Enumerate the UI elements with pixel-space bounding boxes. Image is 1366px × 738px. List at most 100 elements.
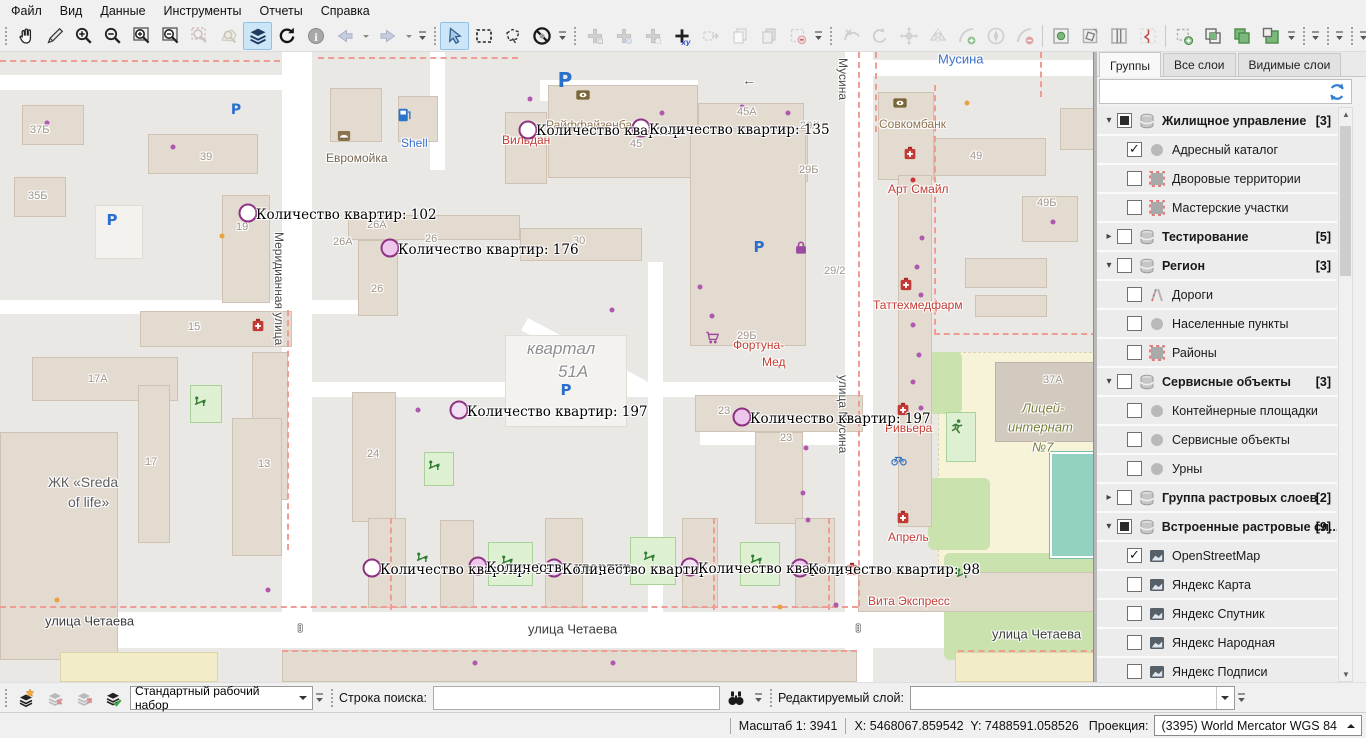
combo-dropdown-icon[interactable] <box>1216 687 1234 709</box>
expander-down-icon[interactable]: ▾ <box>1101 521 1117 532</box>
toolbar-grip[interactable] <box>828 25 833 47</box>
workset-export-button[interactable] <box>69 684 98 712</box>
toolbar-grip[interactable] <box>329 687 334 709</box>
layer-checkbox[interactable] <box>1117 490 1132 505</box>
rotate-clear-button[interactable] <box>836 22 865 50</box>
refresh-layers-icon[interactable] <box>1327 82 1347 102</box>
toolbar-overflow-icon[interactable] <box>1358 23 1366 49</box>
mirror-object-button[interactable] <box>923 22 952 50</box>
menu-отчеты[interactable]: Отчеты <box>250 1 311 21</box>
layer-item-населенные-пункты[interactable]: Населенные пункты <box>1097 310 1337 337</box>
expander-down-icon[interactable]: ▾ <box>1101 115 1117 126</box>
apartment-count-marker[interactable] <box>450 401 469 420</box>
toolbar-grip[interactable] <box>1349 25 1354 47</box>
select-polygon-button[interactable] <box>498 22 527 50</box>
select-rectangle-button[interactable] <box>469 22 498 50</box>
layer-checkbox[interactable] <box>1127 171 1142 186</box>
rotate-left-button[interactable] <box>865 22 894 50</box>
tab-видимые-слои[interactable]: Видимые слои <box>1238 53 1342 76</box>
move-object-button[interactable] <box>696 22 725 50</box>
workset-combobox[interactable]: Стандартный рабочий набор <box>130 686 313 710</box>
layer-checkbox[interactable] <box>1117 519 1132 534</box>
toolbar-overflow-icon[interactable] <box>1236 685 1247 711</box>
nav-back-dropdown-icon[interactable] <box>359 22 373 50</box>
layer-item-яндекс-подписи[interactable]: Яндекс Подписи <box>1097 658 1337 682</box>
layer-item-контейнерные-площадки[interactable]: Контейнерные площадки <box>1097 397 1337 424</box>
toolbar-grip[interactable] <box>768 687 773 709</box>
layer-item-районы[interactable]: Районы <box>1097 339 1337 366</box>
zoom-previous-button[interactable] <box>214 22 243 50</box>
toolbar-overflow-icon[interactable] <box>417 23 428 49</box>
layer-item-сервисные-объекты[interactable]: Сервисные объекты <box>1097 426 1337 453</box>
menu-справка[interactable]: Справка <box>312 1 379 21</box>
zoom-window-in-button[interactable] <box>127 22 156 50</box>
menu-данные[interactable]: Данные <box>91 1 154 21</box>
toolbar-grip[interactable] <box>572 25 577 47</box>
toolbar-grip[interactable] <box>3 687 8 709</box>
expander-down-icon[interactable]: ▾ <box>1101 376 1117 387</box>
layer-checkbox[interactable] <box>1117 258 1132 273</box>
tab-все-слои[interactable]: Все слои <box>1163 53 1236 76</box>
pan-tool-button[interactable] <box>11 22 40 50</box>
layers-visibility-button[interactable] <box>243 22 272 50</box>
toolbar-overflow-icon[interactable] <box>753 685 764 711</box>
layer-item-группа-растровых-слоев[interactable]: ▸Группа растровых слоев[2] <box>1097 484 1337 511</box>
layer-item-мастерские-участки[interactable]: Мастерские участки <box>1097 194 1337 221</box>
measure-tool-button[interactable] <box>40 22 69 50</box>
zoom-to-selection-button[interactable] <box>185 22 214 50</box>
refresh-map-button[interactable] <box>272 22 301 50</box>
frame-rotate-button[interactable] <box>1075 22 1104 50</box>
workset-new-button[interactable] <box>11 684 40 712</box>
layer-item-жилищное-управление[interactable]: ▾Жилищное управление[3] <box>1097 107 1337 134</box>
layers-filter-box[interactable] <box>1099 79 1352 104</box>
layer-checkbox[interactable] <box>1127 200 1142 215</box>
scrollbar-thumb[interactable] <box>1340 126 1351 276</box>
group-subtract-button[interactable] <box>1256 22 1285 50</box>
expander-right-icon[interactable]: ▸ <box>1101 231 1117 242</box>
layer-item-сервисные-объекты[interactable]: ▾Сервисные объекты[3] <box>1097 368 1337 395</box>
clear-selection-button[interactable] <box>527 22 556 50</box>
frame-fill-button[interactable] <box>1046 22 1075 50</box>
layer-checkbox[interactable] <box>1127 635 1142 650</box>
edit-layer-combobox[interactable] <box>910 686 1235 710</box>
expander-down-icon[interactable]: ▾ <box>1101 260 1117 271</box>
toolbar-overflow-icon[interactable] <box>1310 23 1321 49</box>
layer-item-встроенные-растровые-сл-[interactable]: ▾Встроенные растровые сл...[9] <box>1097 513 1337 540</box>
frame-edit-line-button[interactable] <box>1133 22 1162 50</box>
apartment-count-marker[interactable] <box>381 239 400 258</box>
toolbar-grip[interactable] <box>3 25 8 47</box>
select-objects-button[interactable] <box>440 22 469 50</box>
layer-checkbox[interactable] <box>1127 403 1142 418</box>
layer-checkbox[interactable] <box>1127 432 1142 447</box>
move-vertex-button[interactable] <box>894 22 923 50</box>
menu-вид[interactable]: Вид <box>51 1 92 21</box>
add-point-button[interactable] <box>609 22 638 50</box>
menu-инструменты[interactable]: Инструменты <box>155 1 251 21</box>
copy-object-button[interactable] <box>725 22 754 50</box>
layer-checkbox[interactable]: ✓ <box>1127 548 1142 563</box>
orient-object-button[interactable] <box>981 22 1010 50</box>
group-intersect-button[interactable] <box>1198 22 1227 50</box>
expander-right-icon[interactable]: ▸ <box>1101 492 1117 503</box>
layer-item-урны[interactable]: Урны <box>1097 455 1337 482</box>
layer-checkbox[interactable] <box>1127 345 1142 360</box>
layer-checkbox[interactable] <box>1127 461 1142 476</box>
delete-object-button[interactable] <box>783 22 812 50</box>
workset-import-button[interactable] <box>40 684 69 712</box>
toolbar-grip[interactable] <box>1301 25 1306 47</box>
add-by-coordinates-button[interactable]: xy <box>667 22 696 50</box>
apartment-count-marker[interactable] <box>363 559 382 578</box>
paste-object-button[interactable] <box>754 22 783 50</box>
layer-checkbox[interactable] <box>1127 664 1142 679</box>
remove-arc-button[interactable] <box>1010 22 1039 50</box>
add-object-button[interactable] <box>580 22 609 50</box>
layer-item-адресный-каталог[interactable]: ✓Адресный каталог <box>1097 136 1337 163</box>
layer-item-дворовые-территории[interactable]: Дворовые территории <box>1097 165 1337 192</box>
projection-combobox[interactable]: (3395) World Mercator WGS 84 <box>1154 715 1362 736</box>
layer-checkbox[interactable] <box>1117 374 1132 389</box>
group-union-button[interactable] <box>1227 22 1256 50</box>
layer-item-яндекс-спутник[interactable]: Яндекс Спутник <box>1097 600 1337 627</box>
layer-item-регион[interactable]: ▾Регион[3] <box>1097 252 1337 279</box>
layers-tree-scrollbar[interactable]: ▲ ▼ <box>1338 107 1353 682</box>
toolbar-overflow-icon[interactable] <box>314 685 325 711</box>
